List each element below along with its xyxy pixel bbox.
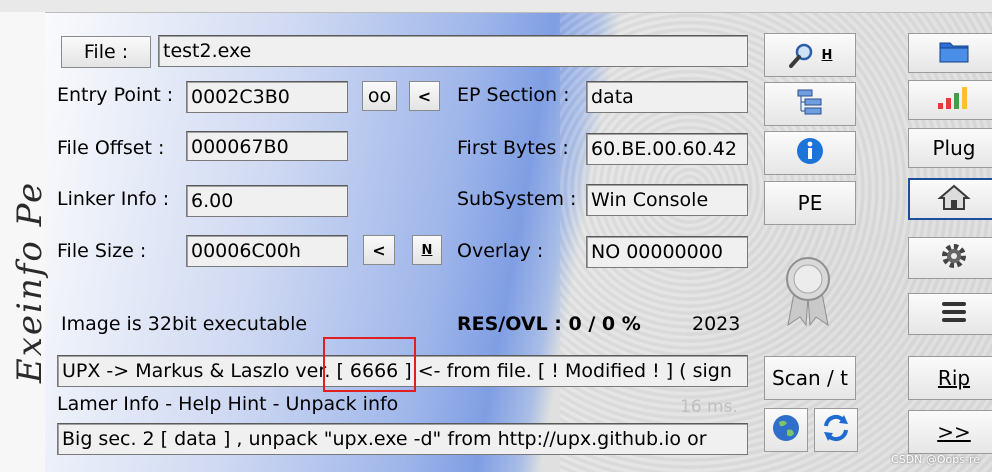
refresh-button[interactable] [814, 408, 858, 452]
menu-button[interactable] [908, 293, 992, 335]
pe-button[interactable]: PE [764, 181, 856, 225]
plug-button[interactable]: Plug [908, 128, 992, 168]
plug-label: Plug [932, 136, 976, 160]
hamburger-menu-icon [939, 299, 969, 330]
size-prev-button[interactable]: < [363, 235, 395, 265]
subsystem-field[interactable]: Win Console [586, 184, 748, 216]
oo-button-label: oo [367, 85, 392, 107]
signature-strip: Exeinfo Pe [0, 12, 50, 472]
pe-label: PE [797, 191, 823, 215]
first-bytes-label: First Bytes : [457, 137, 569, 159]
overlay-field[interactable]: NO 00000000 [586, 236, 748, 268]
linker-info-field[interactable]: 6.00 [186, 185, 348, 217]
size-prev-label: < [372, 240, 386, 260]
oo-button[interactable]: oo [362, 81, 397, 111]
stats-button[interactable] [908, 80, 992, 120]
subsystem-label: SubSystem : [457, 188, 577, 210]
search-h-label: H [821, 47, 833, 63]
size-n-label: N [421, 242, 433, 258]
home-button[interactable] [908, 178, 992, 220]
highlight-annotation-box [323, 337, 416, 392]
next-label: >> [937, 420, 971, 444]
scan-button[interactable]: Scan / t [764, 356, 856, 400]
file-button[interactable]: File : [61, 36, 151, 68]
globe-icon [771, 413, 801, 448]
image-info-text: Image is 32bit executable [61, 313, 308, 335]
lamer-info-link[interactable]: Lamer Info - Help Hint - Unpack info [57, 393, 398, 415]
year-text: 2023 [692, 313, 741, 335]
file-offset-field[interactable]: 000067B0 [186, 131, 348, 161]
overlay-label: Overlay : [457, 240, 544, 262]
search-button[interactable]: H [764, 33, 856, 77]
award-ribbon-icon [780, 255, 836, 332]
ep-section-field[interactable]: data [586, 81, 748, 113]
next-button[interactable]: >> [908, 410, 992, 454]
entry-prev-button[interactable]: < [409, 81, 440, 111]
file-button-label: File : [83, 41, 129, 63]
exeinfo-signature-art: Exeinfo Pe [10, 180, 50, 384]
title-bar-remnant [0, 0, 992, 13]
home-icon [937, 183, 971, 216]
gear-icon [939, 241, 969, 276]
scan-time-text: 16 ms. [680, 397, 738, 417]
unpack-hint-field[interactable]: Big sec. 2 [ data ] , unpack "upx.exe -d… [57, 423, 748, 455]
file-size-field[interactable]: 00006C00h [186, 235, 348, 267]
entry-point-label: Entry Point : [57, 84, 174, 106]
scan-label: Scan / t [772, 366, 848, 390]
first-bytes-field[interactable]: 60.BE.00.60.42 [586, 133, 748, 165]
file-offset-label: File Offset : [57, 137, 165, 159]
file-size-label: File Size : [57, 240, 147, 262]
linker-info-label: Linker Info : [57, 188, 170, 210]
res-ovl-text: RES/OVL : 0 / 0 % [457, 313, 641, 335]
info-icon [795, 136, 825, 171]
info-button[interactable] [764, 131, 856, 175]
file-path-field[interactable]: test2.exe [158, 35, 748, 67]
open-file-button[interactable] [908, 33, 992, 73]
entry-point-field[interactable]: 0002C3B0 [186, 81, 348, 113]
tree-list-icon [795, 87, 825, 122]
web-button[interactable] [764, 408, 808, 452]
watermark-text: CSDN @Oops-re [891, 453, 980, 466]
ep-section-label: EP Section : [457, 84, 570, 106]
size-n-button[interactable]: N [412, 235, 442, 265]
folder-icon [938, 38, 970, 69]
section-viewer-button[interactable] [764, 82, 856, 126]
refresh-icon [821, 413, 851, 448]
magnifier-icon [788, 41, 816, 69]
rip-button[interactable]: Rip [908, 356, 992, 400]
rip-label: Rip [937, 366, 971, 390]
settings-button[interactable] [908, 237, 992, 279]
entry-prev-label: < [417, 86, 432, 106]
signal-bars-icon [936, 85, 972, 116]
